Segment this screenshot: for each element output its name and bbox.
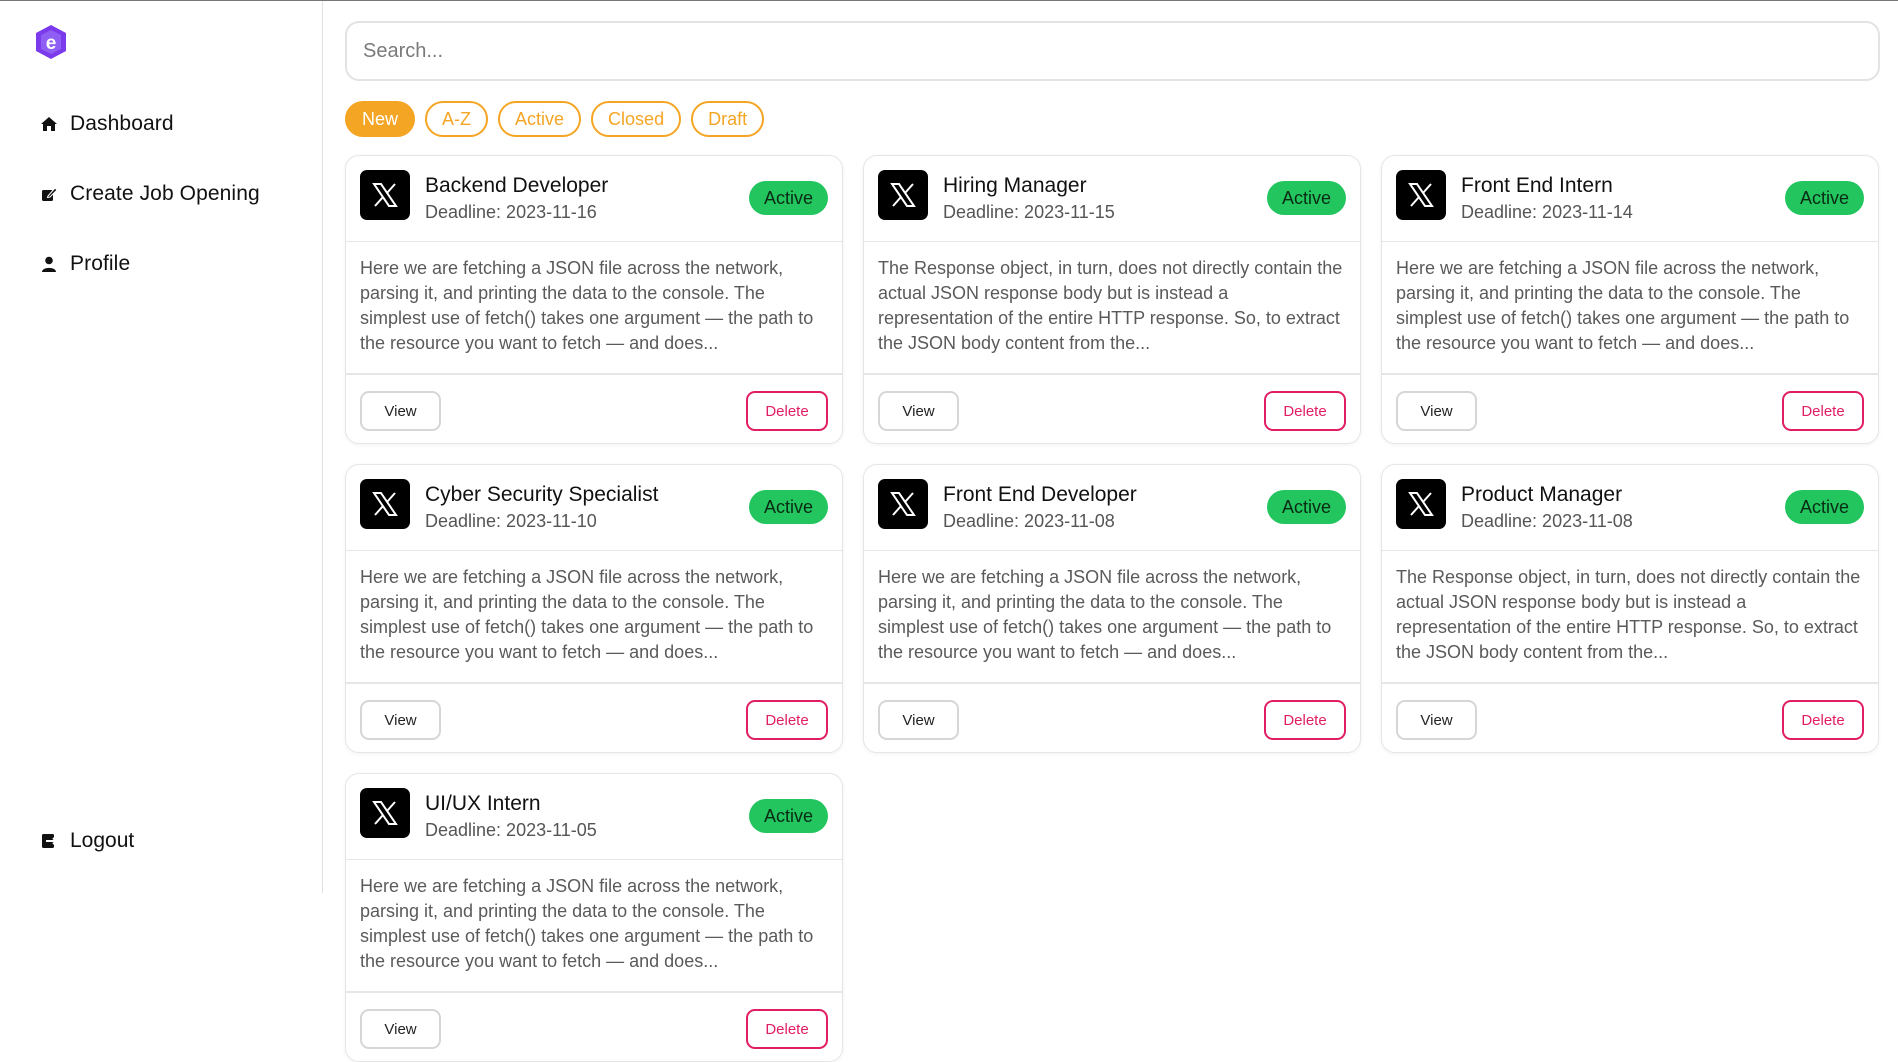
x-logo-icon [360, 788, 410, 838]
job-card: Front End Developer Deadline: 2023-11-08… [863, 464, 1361, 753]
delete-button[interactable]: Delete [1782, 391, 1864, 431]
delete-button[interactable]: Delete [1264, 700, 1346, 740]
job-description: Here we are fetching a JSON file across … [1396, 258, 1850, 353]
logout-label: Logout [70, 829, 135, 852]
job-card-header: Front End Intern Deadline: 2023-11-14 Ac… [1382, 156, 1878, 242]
job-title: Front End Developer [943, 483, 1137, 506]
job-description: Here we are fetching a JSON file across … [878, 567, 1332, 662]
job-deadline: Deadline: 2023-11-15 [943, 202, 1115, 222]
job-card: UI/UX Intern Deadline: 2023-11-05 Active… [345, 773, 843, 1062]
job-card-header: Front End Developer Deadline: 2023-11-08… [864, 465, 1360, 551]
job-description: Here we are fetching a JSON file across … [360, 567, 814, 662]
view-button[interactable]: View [360, 391, 441, 431]
job-card-header: Product Manager Deadline: 2023-11-08 Act… [1382, 465, 1878, 551]
filter-a-z[interactable]: A-Z [425, 101, 489, 137]
search-bar[interactable] [345, 21, 1880, 81]
view-button[interactable]: View [1396, 700, 1477, 740]
sidebar: e Dashboard Create Job Opening Profile L… [0, 1, 323, 893]
status-badge: Active [1266, 490, 1346, 524]
filter-closed[interactable]: Closed [591, 101, 682, 137]
job-description: The Response object, in turn, does not d… [878, 258, 1343, 353]
job-card: Backend Developer Deadline: 2023-11-16 A… [345, 155, 843, 444]
job-card: Product Manager Deadline: 2023-11-08 Act… [1381, 464, 1879, 753]
delete-button[interactable]: Delete [746, 391, 828, 431]
home-icon [40, 115, 58, 133]
filter-chips: New A-Z Active Closed Draft [345, 101, 765, 137]
status-badge: Active [748, 490, 828, 524]
view-button[interactable]: View [878, 700, 959, 740]
job-card-footer: View Delete [346, 991, 842, 1061]
sidebar-item-create-job-opening[interactable]: Create Job Opening [40, 179, 260, 209]
search-input[interactable] [363, 39, 1862, 63]
sidebar-nav: Dashboard Create Job Opening Profile [40, 109, 260, 319]
status-badge: Active [1784, 181, 1864, 215]
sidebar-item-dashboard[interactable]: Dashboard [40, 109, 260, 139]
job-deadline: Deadline: 2023-11-16 [425, 202, 597, 222]
job-deadline: Deadline: 2023-11-08 [943, 511, 1115, 531]
logout-icon [40, 832, 58, 850]
job-card-footer: View Delete [346, 373, 842, 443]
e-logo-icon[interactable]: e [32, 23, 70, 61]
filter-draft[interactable]: Draft [691, 101, 765, 137]
job-card-footer: View Delete [1382, 373, 1878, 443]
sidebar-item-label: Dashboard [70, 112, 174, 135]
job-title: Hiring Manager [943, 174, 1087, 197]
x-logo-icon [360, 479, 410, 529]
x-logo-icon [360, 170, 410, 220]
job-deadline: Deadline: 2023-11-14 [1461, 202, 1633, 222]
job-title: Backend Developer [425, 174, 609, 197]
view-button[interactable]: View [878, 391, 959, 431]
job-description: Here we are fetching a JSON file across … [360, 258, 814, 353]
job-card: Hiring Manager Deadline: 2023-11-15 Acti… [863, 155, 1361, 444]
view-button[interactable]: View [360, 1009, 441, 1049]
job-card-header: UI/UX Intern Deadline: 2023-11-05 Active [346, 774, 842, 860]
delete-button[interactable]: Delete [746, 1009, 828, 1049]
x-logo-icon [1396, 479, 1446, 529]
status-badge: Active [748, 181, 828, 215]
job-title: UI/UX Intern [425, 792, 541, 815]
job-card-footer: View Delete [864, 373, 1360, 443]
job-description: Here we are fetching a JSON file across … [360, 876, 814, 971]
edit-icon [40, 185, 58, 203]
delete-button[interactable]: Delete [1782, 700, 1864, 740]
job-deadline: Deadline: 2023-11-05 [425, 820, 597, 840]
filter-new[interactable]: New [345, 101, 416, 137]
sidebar-item-profile[interactable]: Profile [40, 249, 260, 279]
logout-button[interactable]: Logout [40, 829, 134, 853]
job-card-header: Backend Developer Deadline: 2023-11-16 A… [346, 156, 842, 242]
main-content: New A-Z Active Closed Draft Backend Deve… [345, 21, 1880, 1062]
x-logo-icon [878, 479, 928, 529]
job-card-footer: View Delete [346, 682, 842, 752]
svg-text:e: e [46, 33, 57, 54]
job-cards-grid: Backend Developer Deadline: 2023-11-16 A… [345, 155, 1879, 1062]
job-card: Front End Intern Deadline: 2023-11-14 Ac… [1381, 155, 1879, 444]
filter-active[interactable]: Active [498, 101, 582, 137]
job-card: Cyber Security Specialist Deadline: 2023… [345, 464, 843, 753]
job-title: Front End Intern [1461, 174, 1613, 197]
status-badge: Active [748, 799, 828, 833]
view-button[interactable]: View [360, 700, 441, 740]
job-card-footer: View Delete [864, 682, 1360, 752]
status-badge: Active [1784, 490, 1864, 524]
job-deadline: Deadline: 2023-11-10 [425, 511, 597, 531]
sidebar-item-label: Create Job Opening [70, 182, 260, 205]
status-badge: Active [1266, 181, 1346, 215]
user-icon [40, 255, 58, 273]
x-logo-icon [878, 170, 928, 220]
job-card-header: Hiring Manager Deadline: 2023-11-15 Acti… [864, 156, 1360, 242]
job-deadline: Deadline: 2023-11-08 [1461, 511, 1633, 531]
delete-button[interactable]: Delete [1264, 391, 1346, 431]
job-card-header: Cyber Security Specialist Deadline: 2023… [346, 465, 842, 551]
view-button[interactable]: View [1396, 391, 1477, 431]
job-title: Cyber Security Specialist [425, 483, 659, 506]
x-logo-icon [1396, 170, 1446, 220]
sidebar-item-label: Profile [70, 252, 131, 275]
job-description: The Response object, in turn, does not d… [1396, 567, 1861, 662]
job-card-footer: View Delete [1382, 682, 1878, 752]
delete-button[interactable]: Delete [746, 700, 828, 740]
job-title: Product Manager [1461, 483, 1623, 506]
